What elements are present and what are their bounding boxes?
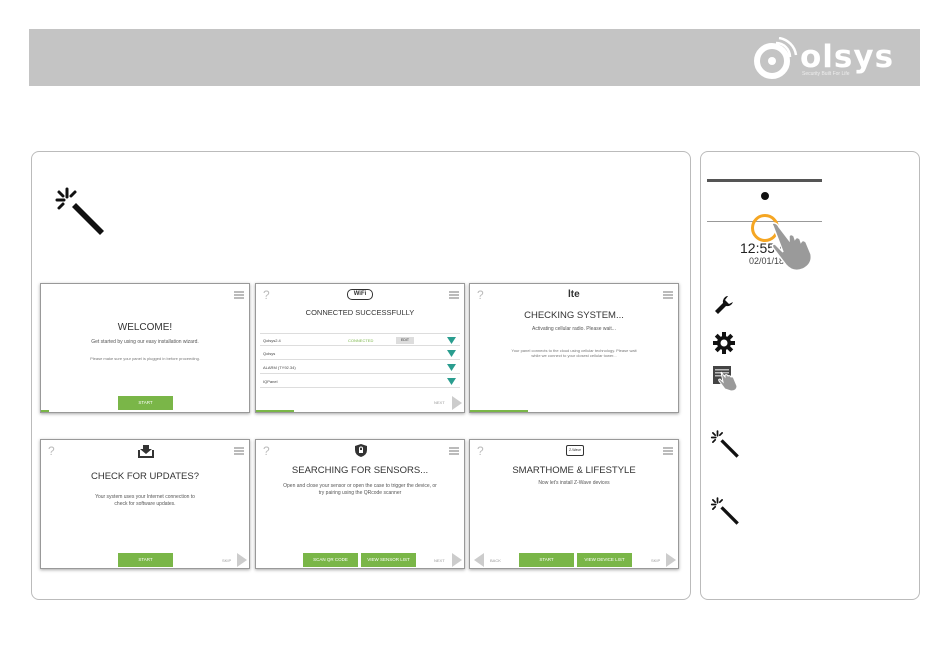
- magic-wand-icon: [55, 187, 104, 235]
- header-bar: olsys Security Built For Life: [29, 29, 920, 86]
- help-icon[interactable]: ?: [48, 444, 55, 458]
- logo-tagline: Security Built For Life: [802, 71, 850, 77]
- magic-wand-icon: [710, 497, 739, 525]
- smarthome-title: SMARTHOME & LIFESTYLE: [512, 465, 636, 476]
- lte-text: Activating cellular radio. Please wait..…: [532, 326, 616, 332]
- smarthome-text: Now let's install Z-Wave devices: [538, 480, 610, 486]
- skip-arrow-icon[interactable]: [237, 553, 247, 567]
- start-button[interactable]: START: [118, 396, 173, 410]
- sensors-title: SEARCHING FOR SENSORS...: [291, 465, 429, 476]
- next-arrow-icon[interactable]: [452, 553, 462, 567]
- logo-wordmark: olsys: [800, 39, 895, 75]
- zwave-badge: Z-Wave: [566, 445, 584, 456]
- sensors-screen: ? SEARCHING FOR SENSORS... Open and clos…: [255, 439, 465, 569]
- menu-icon[interactable]: [663, 291, 673, 299]
- next-label[interactable]: NEXT: [434, 558, 445, 563]
- status-dot: [761, 192, 769, 200]
- welcome-title: WELCOME!: [117, 322, 173, 333]
- help-icon[interactable]: ?: [477, 288, 484, 302]
- view-device-list-button[interactable]: VIEW DEVICE LIST: [577, 553, 632, 567]
- welcome-note: Please make sure your panel is plugged i…: [90, 356, 200, 361]
- skip-label[interactable]: SKIP: [222, 558, 231, 563]
- lte-icon: lte: [568, 289, 580, 300]
- welcome-text: Get started by using our easy installati…: [91, 339, 199, 345]
- lte-note: Your panel connects to the cloud using c…: [511, 348, 637, 358]
- wifi-signal-icon: [447, 364, 456, 371]
- wifi-network-row[interactable]: Qolsys2.4 CONNECTED EDIT: [260, 333, 460, 346]
- skip-arrow-icon[interactable]: [666, 553, 676, 567]
- magic-wand-icon: [710, 430, 739, 458]
- updates-text: Your system uses your Internet connectio…: [95, 494, 195, 507]
- menu-icon[interactable]: [234, 291, 244, 299]
- network-name: ALARM (TY92.34): [263, 365, 296, 370]
- pointing-hand-icon: [771, 222, 813, 272]
- wifi-signal-icon: [447, 378, 456, 385]
- progress-bar: [41, 410, 49, 412]
- edit-button[interactable]: EDIT: [396, 337, 414, 344]
- lte-title: CHECKING SYSTEM...: [524, 310, 624, 321]
- side-top-rule: [707, 179, 822, 182]
- lte-screen: ? lte CHECKING SYSTEM... Activating cell…: [469, 283, 679, 413]
- wifi-badge: WiFi: [347, 289, 373, 300]
- network-status: CONNECTED: [348, 338, 374, 343]
- updates-title: CHECK FOR UPDATES?: [90, 471, 200, 482]
- wrench-icon: [715, 296, 733, 314]
- back-label[interactable]: BACK: [490, 558, 501, 563]
- welcome-screen: WELCOME! Get started by using our easy i…: [40, 283, 250, 413]
- network-name: Qolsys: [263, 351, 276, 356]
- help-icon[interactable]: ?: [477, 444, 484, 458]
- view-sensor-list-button[interactable]: VIEW SENSOR LIST: [361, 553, 416, 567]
- progress-bar: [470, 410, 528, 412]
- help-icon[interactable]: ?: [263, 444, 270, 458]
- touch-screen-icon: [713, 366, 738, 392]
- back-arrow-icon[interactable]: [474, 553, 484, 567]
- sensors-text: Open and close your sensor or open the c…: [283, 483, 437, 496]
- gear-icon: [713, 332, 735, 354]
- wifi-network-row[interactable]: IQPanel: [260, 375, 460, 388]
- smarthome-screen: ? Z-Wave SMARTHOME & LIFESTYLE Now let's…: [469, 439, 679, 569]
- help-icon[interactable]: ?: [263, 288, 270, 302]
- scan-qr-button[interactable]: SCAN QR CODE: [303, 553, 358, 567]
- start-button[interactable]: START: [118, 553, 173, 567]
- wifi-signal-icon: [447, 350, 456, 357]
- wifi-network-row[interactable]: Qolsys: [260, 347, 460, 360]
- network-name: IQPanel: [263, 379, 278, 384]
- progress-bar: [256, 410, 294, 412]
- next-label[interactable]: NEXT: [434, 400, 445, 405]
- download-icon: [138, 445, 154, 458]
- skip-label[interactable]: SKIP: [651, 558, 660, 563]
- start-button[interactable]: START: [519, 553, 574, 567]
- menu-icon[interactable]: [449, 291, 459, 299]
- wifi-screen: ? WiFi CONNECTED SUCCESSFULLY Qolsys2.4 …: [255, 283, 465, 413]
- menu-icon[interactable]: [449, 447, 459, 455]
- qolsys-logo: olsys Security Built For Life: [752, 37, 902, 81]
- wifi-network-row[interactable]: ALARM (TY92.34): [260, 361, 460, 374]
- menu-icon[interactable]: [234, 447, 244, 455]
- next-arrow-icon[interactable]: [452, 396, 462, 410]
- menu-icon[interactable]: [663, 447, 673, 455]
- logo-mark-icon: [754, 37, 798, 79]
- wifi-signal-icon: [447, 337, 456, 344]
- wifi-title: CONNECTED SUCCESSFULLY: [305, 308, 415, 317]
- network-name: Qolsys2.4: [263, 338, 281, 343]
- updates-screen: ? CHECK FOR UPDATES? Your system uses yo…: [40, 439, 250, 569]
- shield-lock-icon: [355, 444, 367, 457]
